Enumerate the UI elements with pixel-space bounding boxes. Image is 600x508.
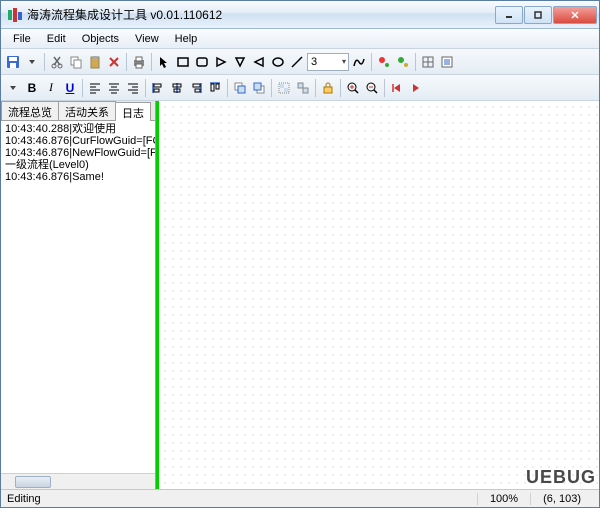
log-line: 10:43:46.876|NewFlowGuid=[FCC58 bbox=[5, 147, 151, 159]
log-line: 一级流程(Level0) bbox=[5, 159, 151, 171]
menu-objects[interactable]: Objects bbox=[74, 31, 127, 47]
node-red-tool[interactable] bbox=[375, 52, 393, 72]
underline-button[interactable]: U bbox=[61, 78, 79, 98]
print-button[interactable] bbox=[130, 52, 148, 72]
status-mode: Editing bbox=[7, 493, 477, 505]
minimize-button[interactable] bbox=[495, 6, 523, 24]
toolbar-2: B I U bbox=[1, 75, 599, 101]
ellipse-tool[interactable] bbox=[269, 52, 287, 72]
triangle-right-tool[interactable] bbox=[212, 52, 230, 72]
rect-tool[interactable] bbox=[174, 52, 192, 72]
titlebar: 海涛流程集成设计工具 v0.01.110612 bbox=[1, 1, 599, 29]
ungroup-button[interactable] bbox=[294, 78, 312, 98]
statusbar: Editing 100% (6, 103) bbox=[1, 489, 599, 507]
align-left-button[interactable] bbox=[86, 78, 104, 98]
window-title: 海涛流程集成设计工具 v0.01.110612 bbox=[27, 6, 494, 23]
status-zoom: 100% bbox=[477, 493, 530, 505]
maximize-button[interactable] bbox=[524, 6, 552, 24]
paste-button[interactable] bbox=[86, 52, 104, 72]
scrollbar-thumb[interactable] bbox=[15, 476, 51, 488]
log-line: 10:43:46.876|Same! bbox=[5, 171, 151, 183]
align-center-button[interactable] bbox=[105, 78, 123, 98]
triangle-left-tool[interactable] bbox=[250, 52, 268, 72]
combo-value: 3 bbox=[311, 56, 317, 68]
italic-button[interactable]: I bbox=[42, 78, 60, 98]
tab-strip: 流程总览 活动关系 日志 bbox=[1, 101, 155, 121]
triangle-down-tool[interactable] bbox=[231, 52, 249, 72]
next-button[interactable] bbox=[407, 78, 425, 98]
app-icon bbox=[7, 7, 23, 23]
status-coords: (6, 103) bbox=[530, 493, 593, 505]
watermark: UEBUG bbox=[526, 467, 596, 488]
save-dropdown-button[interactable] bbox=[23, 52, 41, 72]
tab-log[interactable]: 日志 bbox=[115, 102, 151, 121]
send-back-button[interactable] bbox=[250, 78, 268, 98]
undo-dropdown[interactable] bbox=[4, 78, 22, 98]
menu-help[interactable]: Help bbox=[167, 31, 206, 47]
stroke-width-combo[interactable]: 3 bbox=[307, 53, 349, 71]
align-right-button[interactable] bbox=[124, 78, 142, 98]
bring-front-button[interactable] bbox=[231, 78, 249, 98]
zoom-out-button[interactable] bbox=[363, 78, 381, 98]
copy-button[interactable] bbox=[67, 52, 85, 72]
grid-toggle[interactable] bbox=[419, 52, 437, 72]
line-tool[interactable] bbox=[288, 52, 306, 72]
main-area: 流程总览 活动关系 日志 10:43:40.288|欢迎使用 10:43:46.… bbox=[1, 101, 599, 489]
menu-file[interactable]: File bbox=[5, 31, 39, 47]
lock-button[interactable] bbox=[319, 78, 337, 98]
tab-overview[interactable]: 流程总览 bbox=[1, 101, 59, 120]
horizontal-scrollbar[interactable] bbox=[1, 473, 155, 489]
align-obj-center-h[interactable] bbox=[168, 78, 186, 98]
log-line: 10:43:46.876|CurFlowGuid=[FCC58 bbox=[5, 135, 151, 147]
node-green-tool[interactable] bbox=[394, 52, 412, 72]
menubar: File Edit Objects View Help bbox=[1, 29, 599, 49]
tab-relations[interactable]: 活动关系 bbox=[58, 101, 116, 120]
left-panel: 流程总览 活动关系 日志 10:43:40.288|欢迎使用 10:43:46.… bbox=[1, 101, 156, 489]
cut-button[interactable] bbox=[48, 52, 66, 72]
prev-button[interactable] bbox=[388, 78, 406, 98]
group-button[interactable] bbox=[275, 78, 293, 98]
curve-tool[interactable] bbox=[350, 52, 368, 72]
close-button[interactable] bbox=[553, 6, 597, 24]
bold-button[interactable]: B bbox=[23, 78, 41, 98]
toolbar-1: 3 bbox=[1, 49, 599, 75]
zoom-in-button[interactable] bbox=[344, 78, 362, 98]
design-canvas[interactable] bbox=[159, 101, 599, 489]
log-content: 10:43:40.288|欢迎使用 10:43:46.876|CurFlowGu… bbox=[1, 121, 155, 473]
menu-edit[interactable]: Edit bbox=[39, 31, 74, 47]
pointer-tool[interactable] bbox=[155, 52, 173, 72]
properties-button[interactable] bbox=[438, 52, 456, 72]
log-line: 10:43:40.288|欢迎使用 bbox=[5, 123, 151, 135]
delete-button[interactable] bbox=[105, 52, 123, 72]
roundrect-tool[interactable] bbox=[193, 52, 211, 72]
menu-view[interactable]: View bbox=[127, 31, 167, 47]
align-obj-left[interactable] bbox=[149, 78, 167, 98]
align-obj-right[interactable] bbox=[187, 78, 205, 98]
align-obj-top[interactable] bbox=[206, 78, 224, 98]
save-button[interactable] bbox=[4, 52, 22, 72]
